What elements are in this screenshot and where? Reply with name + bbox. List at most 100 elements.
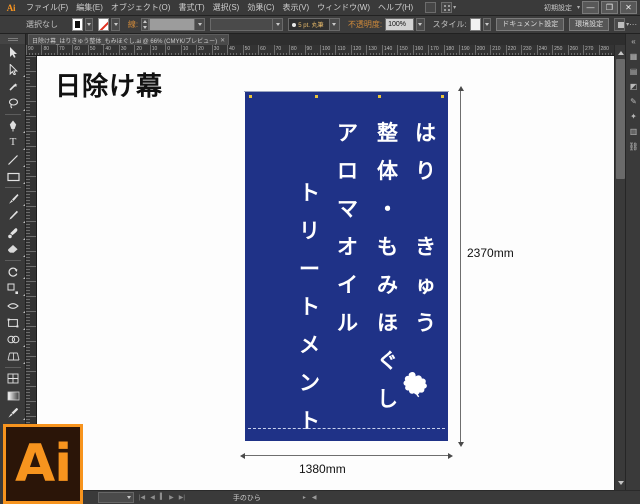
stroke-color-swatch[interactable]	[98, 18, 110, 31]
width-tool[interactable]	[0, 297, 26, 314]
opacity-input[interactable]: 100%	[385, 18, 415, 31]
ruler-tick	[26, 113, 30, 114]
status-resize-icon[interactable]: ◀	[312, 494, 317, 501]
status-chevron-icon[interactable]: ▸	[303, 494, 306, 501]
horizontal-ruler[interactable]: 90 80 70 60 50 40 30 20 10 0 10 20 30 40 50 60 70 80 90 100…	[26, 45, 614, 56]
transparency-panel-icon[interactable]: ◩	[626, 79, 640, 94]
ruler-tick	[26, 215, 30, 216]
menu-item-select[interactable]: 選択(S)	[209, 0, 244, 16]
close-button[interactable]: ✕	[620, 1, 637, 14]
stroke-profile-chevron-icon[interactable]	[272, 19, 283, 30]
ruler-tick-label: 160	[414, 46, 424, 52]
fill-color-swatch[interactable]	[71, 18, 83, 31]
style-dropdown-button[interactable]	[482, 18, 492, 31]
paintbrush-tool[interactable]	[0, 190, 26, 207]
artboard-number-field[interactable]: ▌	[160, 494, 164, 501]
document-tab[interactable]: 日除け幕_はりきゅう整体_もみほぐし.ai @ 66% (CMYK/プレビュー)…	[28, 34, 230, 45]
mesh-tool[interactable]	[0, 370, 26, 387]
ruler-tick	[26, 71, 36, 72]
eraser-tool[interactable]	[0, 241, 26, 258]
rectangle-tool[interactable]	[0, 168, 26, 185]
workspace-switcher[interactable]: 初期設定	[540, 3, 576, 13]
tools-panel-grip[interactable]	[0, 34, 25, 44]
opacity-label: 不透明度:	[347, 20, 383, 29]
stroke-weight-stepper[interactable]	[141, 18, 149, 31]
magic-wand-tool[interactable]	[0, 78, 26, 95]
lasso-tool[interactable]	[0, 95, 26, 112]
menu-item-type[interactable]: 書式(T)	[174, 0, 208, 16]
ruler-tick	[26, 173, 30, 174]
free-transform-tool[interactable]	[0, 314, 26, 331]
ruler-tick	[26, 56, 36, 57]
banner-artwork[interactable]: はり きゅう 整体・もみほぐし アロマオイル トリートメント	[245, 92, 448, 441]
menu-item-object[interactable]: オブジェクト(O)	[107, 0, 175, 16]
prev-artboard-icon[interactable]: ◀	[150, 494, 155, 501]
menu-item-view[interactable]: 表示(V)	[278, 0, 313, 16]
symbols-panel-icon[interactable]: ✦	[626, 109, 640, 124]
stroke-weight-combo[interactable]	[148, 18, 206, 31]
stroke-weight-chevron-icon[interactable]	[194, 19, 205, 30]
artwork-title-text: 日除け幕	[55, 72, 164, 102]
menu-item-file[interactable]: ファイル(F)	[22, 0, 72, 16]
pencil-tool[interactable]	[0, 207, 26, 224]
pen-tool[interactable]	[0, 117, 26, 134]
last-artboard-icon[interactable]: ▶|	[179, 494, 185, 501]
graphic-style-swatch[interactable]	[469, 18, 481, 31]
bridge-icon[interactable]	[425, 2, 437, 13]
panel-dock: « ▦ ▤ ◩ ✎ ✦ ▥ ⛓	[625, 34, 640, 504]
layers-panel-icon[interactable]: ▥	[626, 124, 640, 139]
ruler-tick	[26, 128, 30, 129]
vertical-scrollbar[interactable]	[614, 45, 625, 490]
line-segment-tool[interactable]	[0, 151, 26, 168]
banner-text-column-2: 整体・もみほぐし	[377, 114, 398, 418]
menu-item-edit[interactable]: 編集(E)	[72, 0, 107, 16]
control-bar-overflow-icon[interactable]: ⋯	[629, 20, 637, 29]
close-icon[interactable]: ✕	[220, 37, 225, 44]
blob-brush-tool[interactable]	[0, 224, 26, 241]
zoom-level-combo[interactable]	[98, 492, 134, 503]
maximize-button[interactable]: ❐	[601, 1, 618, 14]
minimize-button[interactable]: —	[582, 1, 599, 14]
ruler-tick	[26, 326, 36, 327]
brush-definition-chevron-icon[interactable]	[328, 19, 339, 30]
preferences-button[interactable]: 環境設定	[569, 18, 610, 31]
document-setup-button[interactable]: ドキュメント設定	[496, 18, 565, 31]
ruler-tick	[26, 272, 30, 273]
direct-selection-tool[interactable]	[0, 61, 26, 78]
stroke-panel-icon[interactable]: ▤	[626, 64, 640, 79]
current-tool-label[interactable]: 手のひら	[233, 493, 261, 503]
opacity-dropdown-button[interactable]	[416, 18, 425, 31]
ruler-tick	[26, 170, 30, 171]
illustrator-splash-overlay: Ai	[3, 424, 83, 504]
menu-item-window[interactable]: ウィンドウ(W)	[313, 0, 374, 16]
ruler-tick-label: 10	[151, 46, 158, 52]
type-tool[interactable]: T	[0, 134, 26, 151]
ruler-tick-label: 40	[229, 46, 235, 52]
brush-definition-combo[interactable]: 5 pt. 丸筆	[288, 18, 340, 31]
align-options-icon[interactable]	[614, 18, 626, 31]
workspace-chevron-icon[interactable]: ▾	[577, 4, 580, 11]
first-artboard-icon[interactable]: |◀	[139, 494, 145, 501]
fill-dropdown-button[interactable]	[84, 18, 94, 31]
menu-item-effect[interactable]: 効果(C)	[243, 0, 278, 16]
eyedropper-tool[interactable]	[0, 404, 26, 421]
vertical-scrollbar-thumb[interactable]	[616, 59, 625, 179]
selection-tool[interactable]	[0, 44, 26, 61]
rotate-tool[interactable]	[0, 263, 26, 280]
arrange-documents-icon[interactable]	[441, 2, 453, 13]
perspective-grid-tool[interactable]	[0, 348, 26, 365]
ruler-tick	[26, 125, 30, 126]
gradient-tool[interactable]	[0, 387, 26, 404]
dock-expand-icon[interactable]: «	[626, 34, 640, 49]
next-artboard-icon[interactable]: ▶	[169, 494, 174, 501]
scale-tool[interactable]	[0, 280, 26, 297]
stroke-dropdown-button[interactable]	[111, 18, 120, 31]
menu-item-help[interactable]: ヘルプ(H)	[374, 0, 417, 16]
color-panel-icon[interactable]: ▦	[626, 49, 640, 64]
links-panel-icon[interactable]: ⛓	[626, 139, 640, 154]
artboard-canvas[interactable]: 日除け幕 はり きゅう 整体・もみほぐし アロマオイル トリートメント 2370…	[37, 56, 614, 490]
shape-builder-tool[interactable]	[0, 331, 26, 348]
brushes-panel-icon[interactable]: ✎	[626, 94, 640, 109]
stroke-profile-combo[interactable]	[210, 18, 284, 31]
ruler-tick-label: 210	[492, 46, 501, 52]
